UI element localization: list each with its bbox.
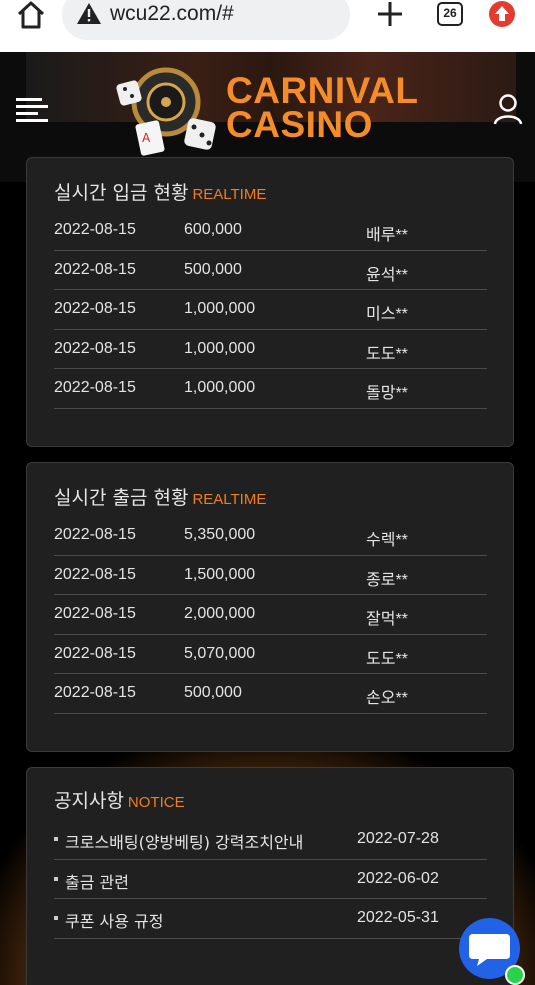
row-name: 수렉** — [366, 532, 408, 549]
deposit-row: 2022-08-15 500,000 윤석** — [54, 251, 487, 290]
notice-title[interactable]: 쿠폰 사용 규정 — [65, 908, 164, 932]
row-amount: 1,500,000 — [184, 565, 256, 583]
upload-arrow-icon[interactable] — [489, 1, 515, 27]
row-amount: 1,000,000 — [184, 379, 256, 396]
row-name: 손오** — [366, 690, 408, 707]
notice-date: 2022-05-31 — [357, 909, 439, 926]
bullet-icon — [54, 916, 58, 920]
deposit-row: 2022-08-15 1,000,000 미스** — [54, 290, 487, 330]
deposit-title-text: 실시간 입금 현황 — [54, 182, 189, 204]
user-icon[interactable] — [492, 92, 524, 126]
row-name: 잘먹** — [366, 611, 408, 628]
withdraw-panel-title: 실시간 출금 현황 REALTIME — [54, 483, 266, 510]
row-date: 2022-08-15 — [54, 221, 136, 238]
plus-icon[interactable] — [376, 0, 404, 28]
withdraw-row: 2022-08-15 2,000,000 잘먹** — [54, 595, 487, 635]
notice-panel: 공지사항 NOTICE 크로스배팅(양방베팅) 강력조치안내 2022-07-28 … — [26, 767, 514, 985]
url-text: wcu22.com/# — [110, 2, 234, 25]
withdraw-title-text: 실시간 출금 현황 — [54, 487, 189, 509]
notice-panel-title: 공지사항 NOTICE — [54, 786, 185, 813]
online-status-dot — [505, 965, 525, 985]
row-name: 돌망** — [366, 385, 408, 402]
row-date: 2022-08-15 — [54, 565, 136, 583]
row-amount: 1,000,000 — [184, 300, 256, 317]
row-date: 2022-08-15 — [54, 684, 136, 701]
row-amount: 500,000 — [184, 684, 242, 701]
notice-item[interactable]: 출금 관련 2022-06-02 — [54, 860, 487, 899]
notice-date: 2022-07-28 — [357, 830, 439, 847]
warning-icon[interactable] — [76, 2, 102, 26]
browser-toolbar: wcu22.com/# 26 — [0, 0, 535, 52]
notice-title[interactable]: 크로스배팅(양방베팅) 강력조치안내 — [65, 829, 303, 853]
notice-tag: NOTICE — [127, 794, 185, 811]
row-amount: 5,350,000 — [184, 526, 256, 543]
withdraw-row: 2022-08-15 5,350,000 수렉** — [54, 516, 487, 556]
bullet-icon — [54, 876, 58, 881]
notice-title-text: 공지사항 — [54, 790, 124, 812]
withdraw-row: 2022-08-15 5,070,000 도도** — [54, 635, 487, 674]
logo-line-1: CARNIVAL — [226, 70, 419, 111]
row-name: 배루** — [366, 227, 408, 244]
row-amount: 2,000,000 — [184, 605, 256, 622]
hamburger-menu-icon[interactable] — [16, 98, 48, 124]
row-date: 2022-08-15 — [54, 339, 136, 357]
row-amount: 500,000 — [184, 260, 242, 278]
row-date: 2022-08-15 — [54, 300, 136, 317]
address-bar[interactable]: wcu22.com/# — [62, 0, 350, 40]
withdraw-row: 2022-08-15 500,000 손오** — [54, 674, 487, 714]
deposit-list: 2022-08-15 600,000 배루** 2022-08-15 500,000 윤… — [54, 211, 487, 409]
deposit-row: 2022-08-15 1,000,000 돌망** — [54, 369, 487, 409]
logo-line-2: CASINO — [226, 104, 373, 145]
deposit-realtime-tag: REALTIME — [192, 186, 267, 203]
notice-list: 크로스배팅(양방베팅) 강력조치안내 2022-07-28 출금 관련 2022-0… — [54, 820, 487, 939]
row-amount: 600,000 — [184, 221, 242, 238]
svg-text:A: A — [142, 131, 151, 145]
row-date: 2022-08-15 — [54, 605, 136, 622]
row-date: 2022-08-15 — [54, 260, 136, 278]
row-name: 종로** — [366, 571, 408, 589]
row-date: 2022-08-15 — [54, 379, 136, 396]
notice-title[interactable]: 출금 관련 — [65, 869, 129, 893]
row-amount: 5,070,000 — [184, 644, 256, 662]
withdraw-realtime-tag: REALTIME — [192, 491, 267, 508]
deposit-panel-title: 실시간 입금 현황 REALTIME — [54, 178, 266, 205]
row-name: 도도** — [366, 345, 408, 363]
row-amount: 1,000,000 — [184, 339, 256, 357]
deposit-row: 2022-08-15 1,000,000 도도** — [54, 330, 487, 369]
notice-item[interactable]: 크로스배팅(양방베팅) 강력조치안내 2022-07-28 — [54, 820, 487, 860]
withdraw-list: 2022-08-15 5,350,000 수렉** 2022-08-15 1,500,… — [54, 516, 487, 714]
deposit-row: 2022-08-15 600,000 배루** — [54, 211, 487, 251]
notice-item[interactable]: 쿠폰 사용 규정 2022-05-31 — [54, 899, 487, 939]
row-name: 윤석** — [366, 266, 408, 284]
deposit-realtime-panel: 실시간 입금 현황 REALTIME 2022-08-15 600,000 배루** … — [26, 157, 514, 447]
notice-date: 2022-06-02 — [357, 869, 439, 887]
withdraw-realtime-panel: 실시간 출금 현황 REALTIME 2022-08-15 5,350,000 수렉*… — [26, 462, 514, 752]
withdraw-row: 2022-08-15 1,500,000 종로** — [54, 556, 487, 595]
row-date: 2022-08-15 — [54, 526, 136, 543]
casino-dice-logo-icon: A — [108, 60, 220, 160]
bullet-icon — [54, 837, 58, 841]
row-date: 2022-08-15 — [54, 644, 136, 662]
row-name: 미스** — [366, 306, 408, 323]
home-icon[interactable] — [14, 0, 48, 32]
carnival-casino-logo[interactable]: CARNIVAL CASINO — [226, 70, 419, 145]
row-name: 도도** — [366, 650, 408, 668]
tab-switcher-icon[interactable]: 26 — [437, 2, 463, 26]
